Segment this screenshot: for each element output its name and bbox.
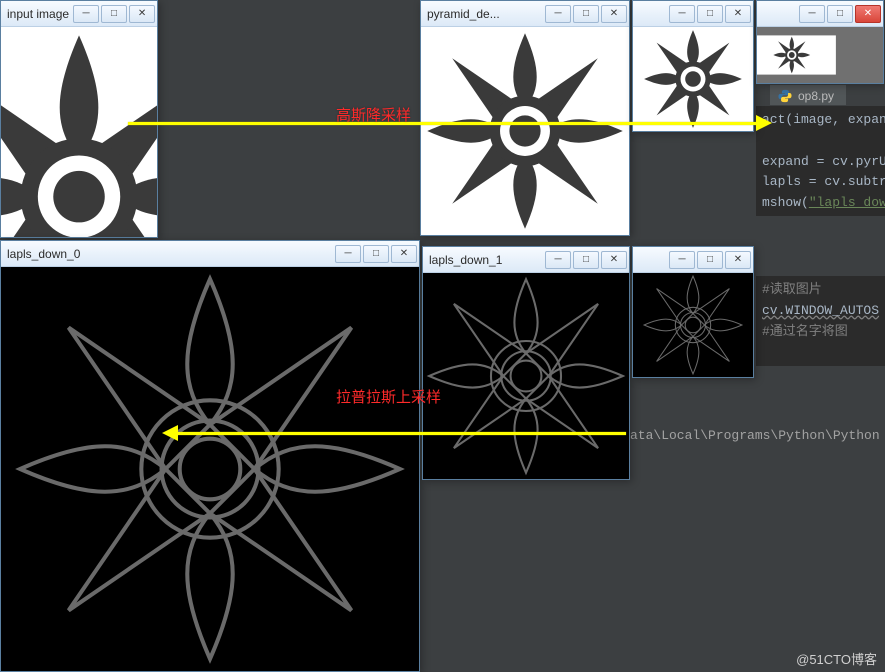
window-lapls2: ─ □ ✕ — [632, 246, 754, 378]
titlebar-pyr3[interactable]: ─ □ ✕ — [757, 1, 883, 27]
max-button[interactable]: □ — [573, 251, 599, 269]
titlebar-lapls0[interactable]: lapls_down_0 ─ □ ✕ — [1, 241, 419, 267]
flower-edge-icon — [423, 273, 629, 479]
file-tab-label: op8.py — [798, 89, 834, 103]
annotation-laplace: 拉普拉斯上采样 — [336, 386, 441, 407]
window-lapls0: lapls_down_0 ─ □ ✕ — [0, 240, 420, 672]
console-path: ata\Local\Programs\Python\Python — [630, 428, 880, 443]
close-button[interactable]: ✕ — [601, 251, 627, 269]
window-pyramid: pyramid_de... ─ □ ✕ — [420, 0, 630, 236]
flower-edge-icon — [633, 273, 753, 377]
title-input: input image — [7, 7, 73, 21]
code-window-autos: cv.WINDOW_AUTOS — [762, 303, 879, 318]
close-button[interactable]: ✕ — [855, 5, 881, 23]
close-button[interactable]: ✕ — [725, 5, 751, 23]
annotation-gauss: 高斯降采样 — [336, 104, 411, 125]
comment-by-name: #通过名字将图 — [762, 324, 848, 339]
min-button[interactable]: ─ — [545, 251, 571, 269]
min-button[interactable]: ─ — [799, 5, 825, 23]
flower-edge-icon — [1, 267, 419, 671]
title-lapls0: lapls_down_0 — [7, 247, 84, 261]
titlebar-lapls2[interactable]: ─ □ ✕ — [633, 247, 753, 273]
laplace-arrow-head — [162, 425, 178, 441]
min-button[interactable]: ─ — [669, 5, 695, 23]
flower-icon — [1, 27, 157, 237]
window-lapls1: lapls_down_1 ─ □ ✕ — [422, 246, 630, 480]
min-button[interactable]: ─ — [335, 245, 361, 263]
editor-tabs: op8.py — [760, 84, 885, 106]
laplace-arrow-line — [176, 432, 626, 435]
min-button[interactable]: ─ — [669, 251, 695, 269]
min-button[interactable]: ─ — [73, 5, 99, 23]
titlebar-pyr2[interactable]: ─ □ ✕ — [633, 1, 753, 27]
code-editor-upper[interactable]: act(image, expan expand = cv.pyrUp(pyram… — [756, 106, 885, 216]
comment-read-image: #读取图片 — [762, 282, 822, 297]
max-button[interactable]: □ — [697, 251, 723, 269]
min-button[interactable]: ─ — [545, 5, 571, 23]
flower-icon — [421, 27, 629, 235]
max-button[interactable]: □ — [827, 5, 853, 23]
watermark: @51CTO博客 — [796, 649, 877, 668]
gauss-arrow-line — [128, 122, 758, 125]
code-line-subtract: lapls = cv.subtract(pyramid_imag — [762, 174, 885, 189]
max-button[interactable]: □ — [573, 5, 599, 23]
flower-icon — [633, 27, 753, 131]
max-button[interactable]: □ — [363, 245, 389, 263]
close-button[interactable]: ✕ — [129, 5, 155, 23]
code-editor-lower[interactable]: #读取图片 cv.WINDOW_AUTOS #通过名字将图 — [756, 276, 885, 366]
close-button[interactable]: ✕ — [725, 251, 751, 269]
titlebar-pyramid[interactable]: pyramid_de... ─ □ ✕ — [421, 1, 629, 27]
close-button[interactable]: ✕ — [391, 245, 417, 263]
flower-icon — [757, 35, 836, 74]
close-button[interactable]: ✕ — [601, 5, 627, 23]
titlebar-lapls1[interactable]: lapls_down_1 ─ □ ✕ — [423, 247, 629, 273]
title-pyramid: pyramid_de... — [427, 7, 504, 21]
file-tab-op8[interactable]: op8.py — [770, 85, 846, 105]
window-pyramid-small: ─ □ ✕ — [632, 0, 754, 132]
max-button[interactable]: □ — [101, 5, 127, 23]
window-input-image: input image ─ □ ✕ — [0, 0, 158, 238]
code-line-pyrup: expand = cv.pyrUp(pyramid_images — [762, 154, 885, 169]
max-button[interactable]: □ — [697, 5, 723, 23]
titlebar-input[interactable]: input image ─ □ ✕ — [1, 1, 157, 27]
gauss-arrow-head — [756, 115, 772, 131]
python-file-icon — [778, 89, 792, 103]
window-pyramid-tiny: ─ □ ✕ — [756, 0, 884, 84]
title-lapls1: lapls_down_1 — [429, 253, 506, 267]
